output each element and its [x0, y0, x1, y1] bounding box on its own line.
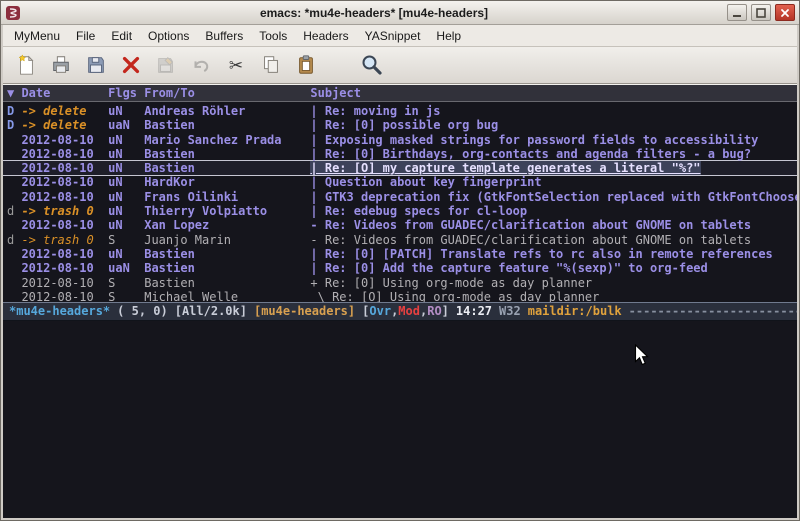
sort-indicator[interactable]: ▼	[7, 86, 21, 100]
message-row[interactable]: 2012-08-10 uaN Bastien | Re: [0] Add the…	[3, 261, 797, 275]
save-icon	[85, 54, 107, 76]
message-row[interactable]: 2012-08-10 uN HardKor | Question about k…	[3, 175, 797, 189]
menu-tools[interactable]: Tools	[251, 26, 295, 46]
copy-button[interactable]	[256, 51, 286, 80]
open-file-icon	[50, 54, 72, 76]
menu-buffers[interactable]: Buffers	[197, 26, 251, 46]
menu-mymenu[interactable]: MyMenu	[6, 26, 68, 46]
modeline-clock: 14:27	[456, 304, 492, 318]
open-file-button[interactable]	[46, 51, 76, 80]
message-row[interactable]: 2012-08-10 S Michael Welle \ Re: [O] Usi…	[3, 290, 797, 302]
message-row[interactable]: D -> delete uaN Bastien | Re: [0] possib…	[3, 118, 797, 132]
headers-buffer: D -> delete uN Andreas Röhler | Re: movi…	[3, 102, 797, 302]
maximize-icon	[756, 8, 766, 18]
undo-icon	[190, 54, 212, 76]
column-header-date[interactable]: Date	[21, 86, 108, 100]
kill-buffer-button[interactable]	[116, 51, 146, 80]
modeline-filler: --------------------------------	[629, 304, 797, 318]
message-row[interactable]: 2012-08-10 uN Frans Oilinki | GTK3 depre…	[3, 190, 797, 204]
mark-flag: d	[7, 204, 21, 218]
mark-flag: D	[7, 118, 21, 132]
menu-headers[interactable]: Headers	[295, 26, 356, 46]
header-line: ▼ Date Flgs From/To Subject	[3, 84, 797, 102]
close-icon	[780, 8, 790, 18]
menu-file[interactable]: File	[68, 26, 103, 46]
echo-area[interactable]	[3, 321, 797, 519]
modeline-position: ( 5, 0)	[117, 304, 168, 318]
modeline-size: [All/2.0k]	[175, 304, 247, 318]
menu-edit[interactable]: Edit	[103, 26, 140, 46]
mark-flag	[7, 290, 21, 302]
save-as-button[interactable]	[151, 51, 181, 80]
message-row[interactable]: D -> delete uN Andreas Röhler | Re: movi…	[3, 104, 797, 118]
modeline-maildir: maildir:/bulk	[528, 304, 622, 318]
save-as-icon	[155, 54, 177, 76]
mark-flag: d	[7, 233, 21, 247]
mark-flag	[7, 133, 21, 147]
menu-options[interactable]: Options	[140, 26, 197, 46]
modeline-readonly-flag: RO	[427, 304, 441, 318]
mark-flag	[7, 218, 21, 232]
mark-flag	[7, 261, 21, 275]
message-row[interactable]: d -> trash 0 S Juanjo Marin - Re: Videos…	[3, 233, 797, 247]
title-bar: emacs: *mu4e-headers* [mu4e-headers]	[1, 1, 799, 25]
emacs-icon	[5, 5, 21, 21]
emacs-window: emacs: *mu4e-headers* [mu4e-headers] MyM…	[0, 0, 800, 521]
modeline-major-mode[interactable]: [mu4e-headers]	[254, 304, 355, 318]
mark-flag	[7, 276, 21, 290]
message-row[interactable]: d -> trash 0 uN Thierry Volpiatto | Re: …	[3, 204, 797, 218]
message-row-current[interactable]: 2012-08-10 uN Bastien | Re: [O] my captu…	[3, 161, 797, 175]
kill-buffer-icon	[120, 54, 142, 76]
menu-help[interactable]: Help	[428, 26, 469, 46]
modeline-modified-flag: Mod	[398, 304, 420, 318]
message-row[interactable]: 2012-08-10 uN Bastien | Re: [0] [PATCH] …	[3, 247, 797, 261]
paste-button[interactable]	[291, 51, 321, 80]
mark-flag: D	[7, 104, 21, 118]
mark-flag	[7, 175, 21, 189]
mark-flag	[7, 190, 21, 204]
column-header-subject[interactable]: Subject	[310, 86, 361, 100]
modeline-window-id: W32	[499, 304, 521, 318]
modeline-overwrite-flag: Ovr	[369, 304, 391, 318]
column-header-from[interactable]: From/To	[144, 86, 310, 100]
menu-yasnippet[interactable]: YASnippet	[357, 26, 429, 46]
message-row[interactable]: 2012-08-10 uN Xan Lopez - Re: Videos fro…	[3, 218, 797, 232]
undo-button[interactable]	[186, 51, 216, 80]
minimize-button[interactable]	[727, 4, 747, 21]
menu-bar: MyMenu File Edit Options Buffers Tools H…	[3, 25, 797, 47]
new-file-icon	[15, 54, 37, 76]
mark-flag	[7, 247, 21, 261]
message-row[interactable]: 2012-08-10 uN Bastien | Re: [0] Birthday…	[3, 147, 797, 161]
message-row[interactable]: 2012-08-10 uN Mario Sanchez Prada | Expo…	[3, 133, 797, 147]
minimize-icon	[732, 8, 742, 18]
new-file-button[interactable]	[11, 51, 41, 80]
modeline-buffer-name: *mu4e-headers*	[9, 304, 110, 318]
maximize-button[interactable]	[751, 4, 771, 21]
cut-icon: ✂	[229, 57, 243, 74]
search-icon	[360, 53, 384, 77]
frame-body: MyMenu File Edit Options Buffers Tools H…	[1, 25, 799, 520]
modeline-status: [Ovr,Mod,RO]	[362, 304, 449, 318]
paste-icon	[295, 54, 317, 76]
save-button[interactable]	[81, 51, 111, 80]
message-row[interactable]: 2012-08-10 S Bastien + Re: [0] Using org…	[3, 276, 797, 290]
mark-flag	[7, 161, 21, 175]
copy-icon	[260, 54, 282, 76]
tool-bar: ✂	[3, 47, 797, 84]
cut-button[interactable]: ✂	[221, 51, 251, 80]
mode-line[interactable]: *mu4e-headers* ( 5, 0) [All/2.0k] [mu4e-…	[3, 302, 797, 321]
window-title: emacs: *mu4e-headers* [mu4e-headers]	[25, 6, 723, 20]
close-button[interactable]	[775, 4, 795, 21]
search-button[interactable]	[357, 51, 387, 80]
column-header-flags[interactable]: Flgs	[108, 86, 144, 100]
mark-flag	[7, 147, 21, 161]
